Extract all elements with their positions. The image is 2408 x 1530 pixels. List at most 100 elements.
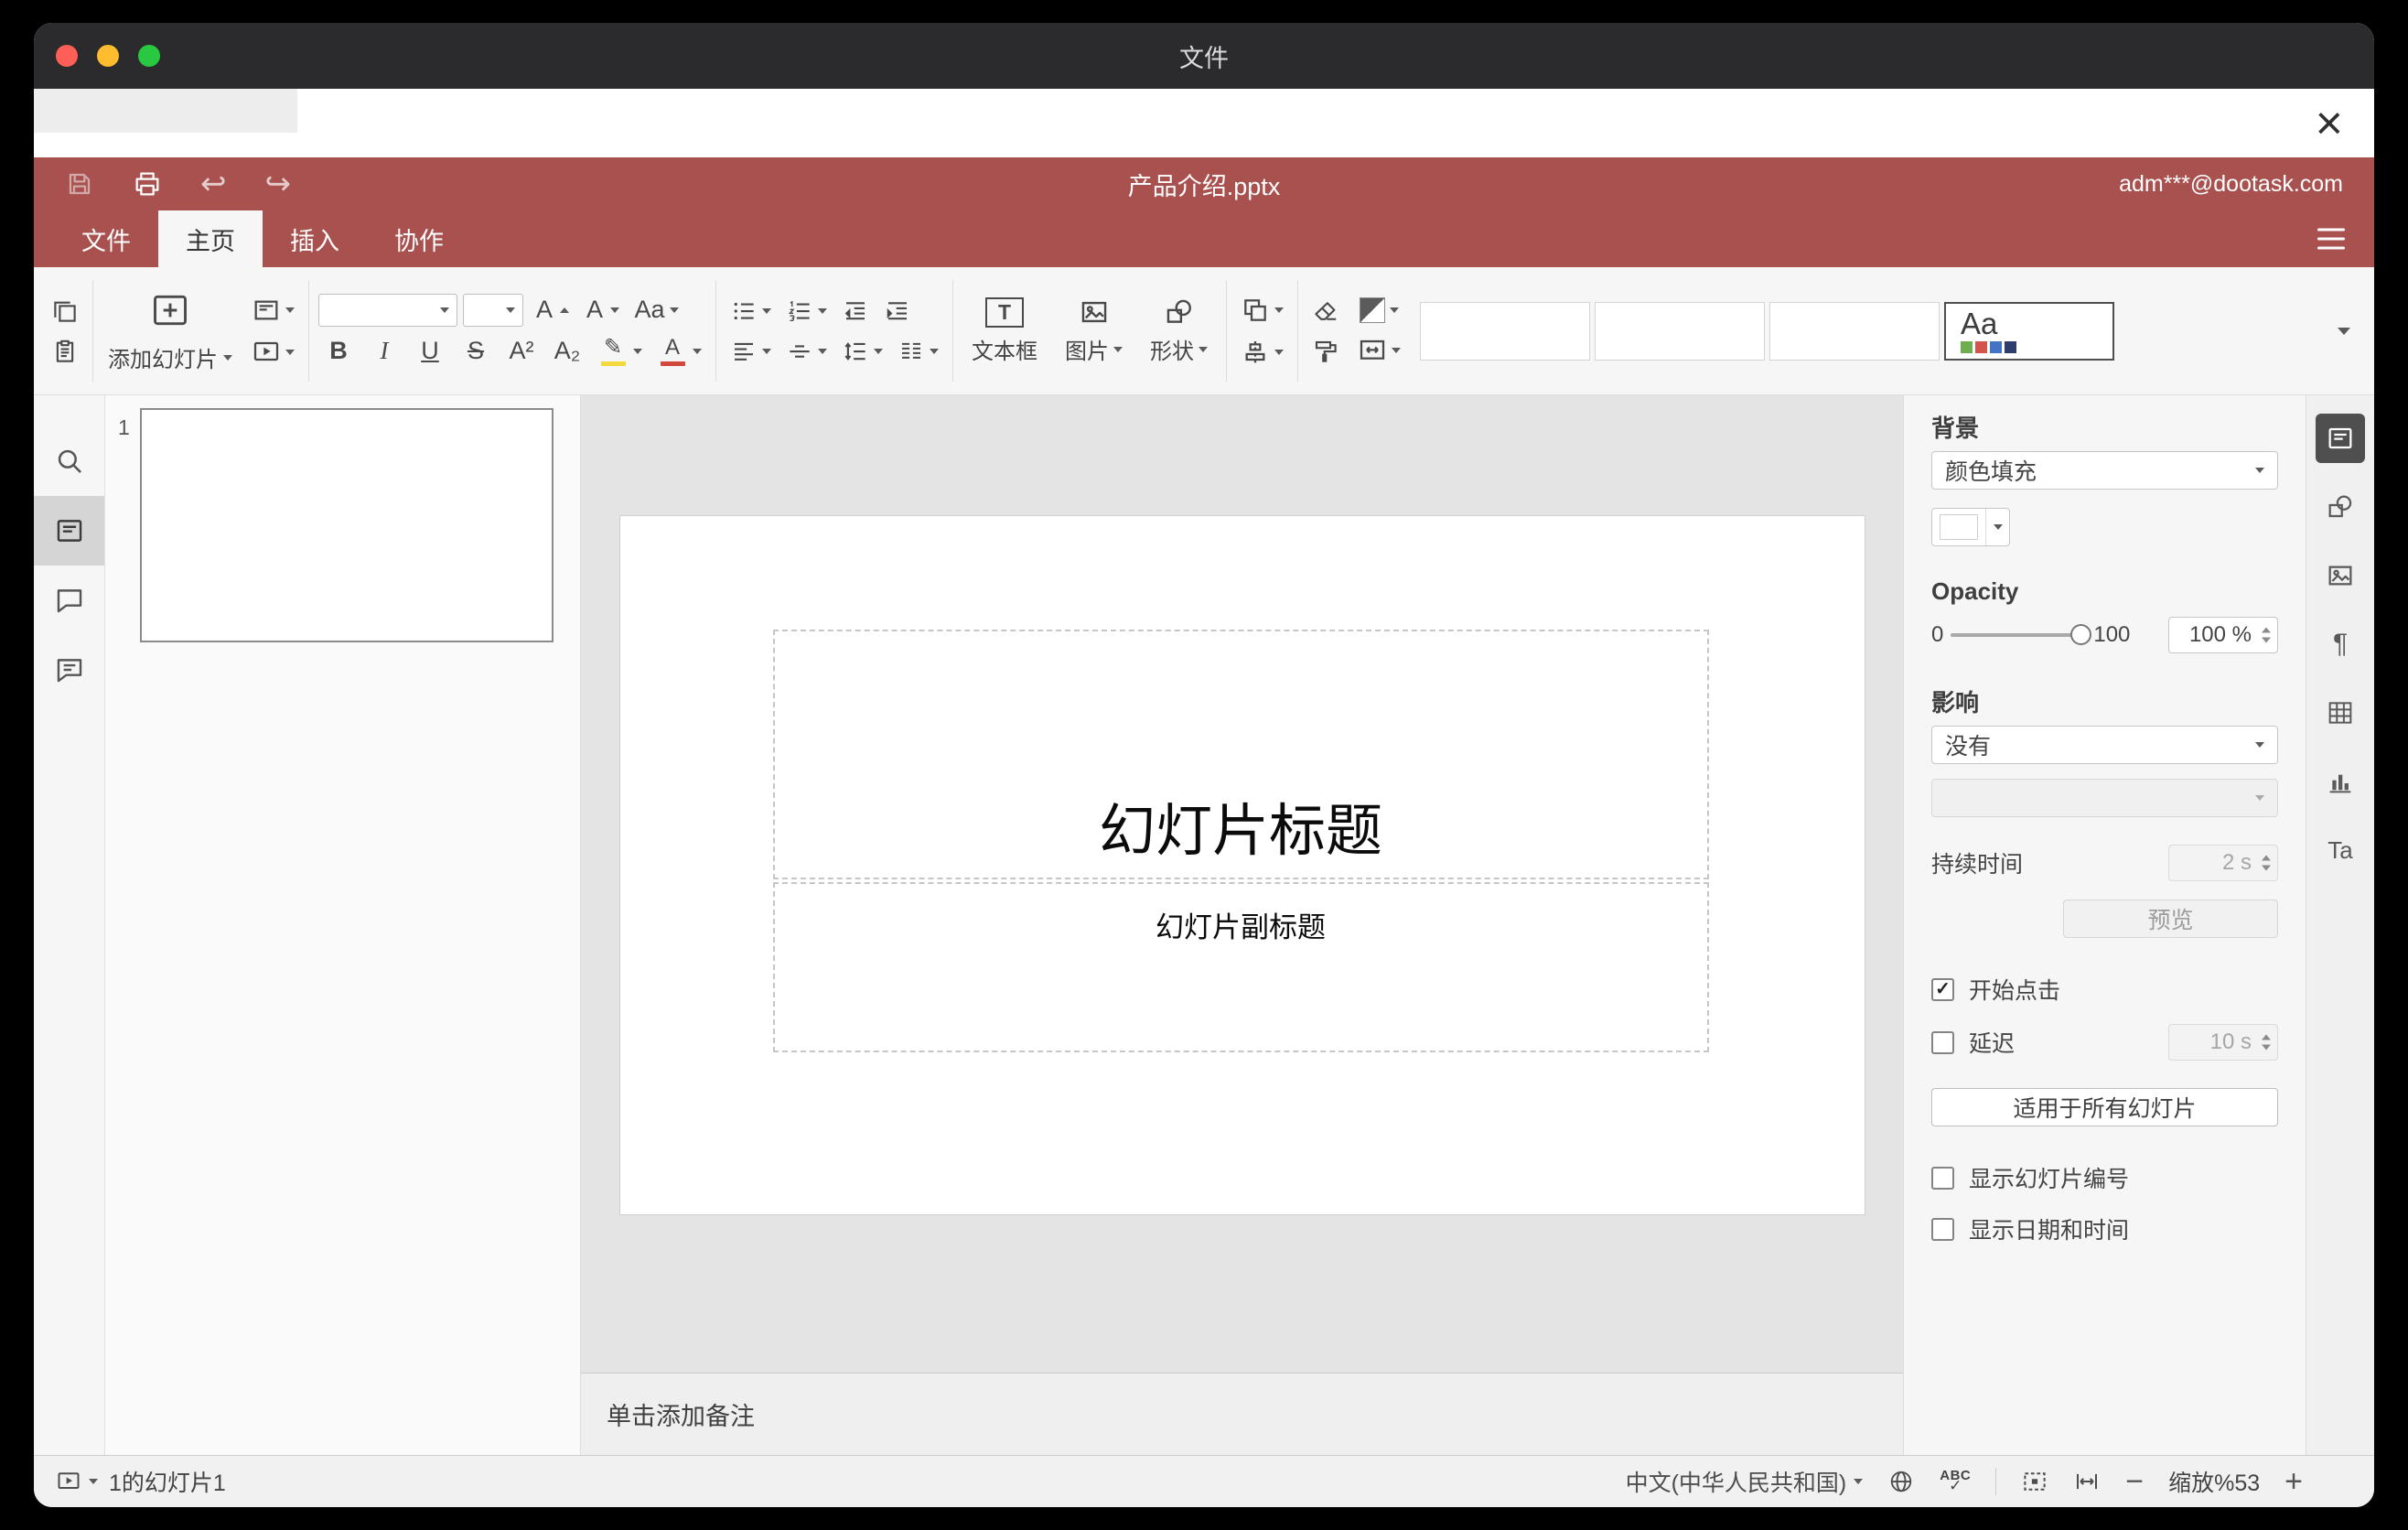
close-window-button[interactable] — [56, 45, 78, 67]
theme-gallery-expand-button[interactable] — [2327, 317, 2361, 345]
show-date-time-checkbox[interactable] — [1931, 1217, 1954, 1241]
chat-tool[interactable] — [34, 635, 104, 705]
tab-collaboration[interactable]: 协作 — [367, 210, 471, 267]
align-shape-button[interactable] — [1236, 335, 1288, 370]
clear-style-button[interactable] — [1307, 295, 1344, 328]
slide-canvas[interactable]: 幻灯片标题 幻灯片副标题 — [581, 395, 1903, 1373]
insert-textbox-button[interactable]: T 文本框 — [962, 294, 1047, 369]
document-language-button[interactable]: 中文(中华人民共和国) — [1626, 1465, 1864, 1498]
italic-button[interactable]: I — [364, 336, 404, 366]
background-color-picker[interactable] — [1931, 508, 2010, 546]
search-tool[interactable] — [34, 426, 104, 496]
shape-settings-tab[interactable] — [2316, 482, 2365, 532]
hamburger-menu-icon[interactable] — [2317, 228, 2345, 250]
quick-access-toolbar: ↩ ↪ — [65, 168, 291, 199]
font-size-combo[interactable] — [463, 293, 523, 327]
delay-input[interactable]: 10 s — [2168, 1024, 2278, 1061]
font-name-combo[interactable] — [318, 293, 457, 327]
table-settings-tab[interactable] — [2316, 688, 2365, 738]
tab-home[interactable]: 主页 — [158, 210, 263, 267]
redo-icon[interactable]: ↪ — [265, 168, 292, 199]
start-on-click-label: 开始点击 — [1969, 978, 2061, 1004]
slide-thumbnail[interactable] — [140, 408, 554, 642]
arrange-shape-button[interactable] — [1236, 293, 1288, 328]
minimize-window-button[interactable] — [97, 45, 119, 67]
theme-slot-2[interactable] — [1595, 301, 1765, 361]
increase-indent-button[interactable] — [879, 295, 916, 328]
zoom-out-button[interactable]: − — [2125, 1466, 2144, 1497]
start-slideshow-button[interactable] — [247, 335, 299, 370]
notes-area[interactable]: 单击添加备注 — [581, 1373, 1903, 1455]
apply-to-all-slides-button[interactable]: 适用于所有幻灯片 — [1931, 1088, 2278, 1126]
close-preview-button[interactable]: × — [2316, 100, 2343, 147]
background-fill-select[interactable]: 颜色填充 — [1931, 451, 2278, 490]
columns-button[interactable] — [893, 335, 943, 368]
slide-thumbnail-number: 1 — [118, 415, 130, 439]
increase-font-button[interactable]: A — [529, 295, 574, 325]
show-slide-number-checkbox[interactable] — [1931, 1166, 1954, 1190]
set-language-button[interactable] — [1887, 1468, 1915, 1495]
copy-style-button[interactable] — [1307, 335, 1344, 368]
slides-panel-tool[interactable] — [34, 496, 104, 566]
theme-slot-3[interactable] — [1769, 301, 1940, 361]
theme-slot-current[interactable]: Aa — [1944, 301, 2114, 361]
tab-file[interactable]: 文件 — [54, 210, 158, 267]
horizontal-align-button[interactable] — [726, 335, 776, 368]
comments-tool[interactable] — [34, 566, 104, 635]
underline-button[interactable]: U — [410, 336, 450, 366]
bullets-button[interactable] — [726, 295, 776, 328]
zoom-in-button[interactable]: + — [2284, 1466, 2303, 1497]
bold-button[interactable]: B — [318, 336, 359, 366]
start-on-click-checkbox[interactable]: ✓ — [1931, 977, 1954, 1001]
title-placeholder[interactable]: 幻灯片标题 — [772, 630, 1709, 879]
slide[interactable]: 幻灯片标题 幻灯片副标题 — [619, 516, 1865, 1214]
opacity-slider-knob[interactable] — [2070, 624, 2092, 645]
slide-settings-tab[interactable] — [2316, 414, 2365, 463]
fit-width-button[interactable] — [2073, 1468, 2101, 1495]
undo-icon[interactable]: ↩ — [200, 168, 227, 199]
slide-layout-button[interactable] — [247, 293, 299, 328]
numbering-button[interactable] — [781, 295, 832, 328]
theme-slot-1[interactable] — [1420, 301, 1590, 361]
decrease-font-button[interactable]: A — [579, 295, 624, 325]
add-slide-button[interactable] — [102, 287, 238, 333]
change-case-button[interactable]: Aa — [629, 295, 683, 325]
strikethrough-button[interactable]: S — [456, 336, 496, 366]
spellcheck-button[interactable]: ABC ✓ — [1940, 1469, 1971, 1493]
copy-button[interactable] — [47, 295, 83, 328]
opacity-value-input[interactable]: 100 % — [2168, 617, 2278, 653]
opacity-slider[interactable] — [1951, 624, 2092, 645]
color-scheme-button[interactable] — [1353, 295, 1405, 326]
add-slide-menu-button[interactable]: 添加幻灯片 — [102, 340, 238, 374]
start-slideshow-status-button[interactable] — [56, 1469, 98, 1494]
image-settings-tab[interactable] — [2316, 551, 2365, 600]
subtitle-placeholder[interactable]: 幻灯片副标题 — [772, 882, 1709, 1052]
status-bar: 1的幻灯片1 中文(中华人民共和国) ABC ✓ − 缩放%53 + — [34, 1455, 2374, 1507]
font-color-button[interactable]: A — [652, 334, 706, 369]
paste-button[interactable] — [47, 335, 83, 368]
preview-button[interactable]: 预览 — [2063, 900, 2278, 938]
paragraph-settings-tab[interactable]: ¶ — [2316, 620, 2365, 669]
fit-slide-button[interactable] — [2021, 1468, 2048, 1495]
duration-input[interactable]: 2 s — [2168, 845, 2278, 881]
vertical-align-button[interactable] — [781, 335, 832, 368]
delay-checkbox[interactable] — [1931, 1030, 1954, 1054]
theme-gallery: Aa — [1420, 267, 2114, 394]
subscript-button[interactable]: A₂ — [547, 336, 587, 366]
chart-settings-tab[interactable] — [2316, 757, 2365, 806]
save-icon[interactable] — [65, 169, 94, 199]
insert-shape-button[interactable]: 形状 — [1141, 293, 1217, 369]
highlight-color-button[interactable]: ✎ — [593, 334, 647, 369]
insert-image-button[interactable]: 图片 — [1056, 293, 1132, 369]
superscript-button[interactable]: A² — [501, 336, 542, 366]
textart-settings-tab[interactable]: Ta — [2316, 825, 2365, 875]
line-spacing-button[interactable] — [837, 335, 887, 368]
slides-icon — [54, 515, 85, 546]
effect-select[interactable]: 没有 — [1931, 726, 2278, 764]
decrease-indent-button[interactable] — [837, 295, 874, 328]
slide-size-button[interactable] — [1353, 333, 1405, 368]
maximize-window-button[interactable] — [138, 45, 160, 67]
effect-variant-select[interactable] — [1931, 779, 2278, 817]
print-icon[interactable] — [133, 169, 162, 199]
tab-insert[interactable]: 插入 — [263, 210, 367, 267]
